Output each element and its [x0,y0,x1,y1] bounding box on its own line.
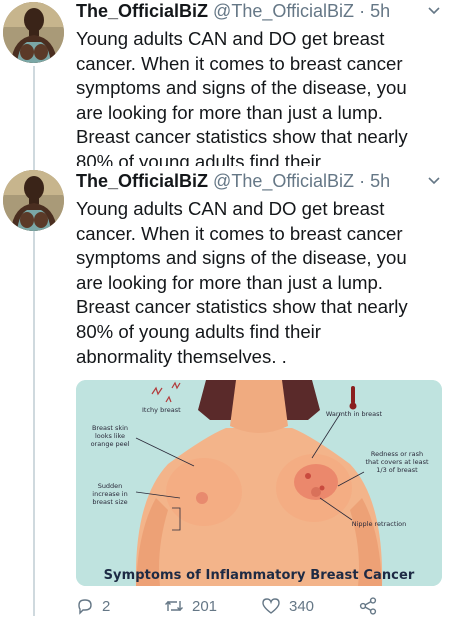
tweet-media-image[interactable]: Itchy breast Breast skin looks like oran… [76,380,442,586]
tweet[interactable]: The_OfficialBiZ @The_OfficialBiZ · 5h Yo… [0,166,449,616]
chevron-down-icon[interactable] [426,3,442,19]
tweet-header: The_OfficialBiZ @The_OfficialBiZ · 5h [76,169,446,195]
retweet-icon [165,601,183,611]
tweet-text-line: 80% of young adults find their [76,320,321,342]
tweet-text-line: cancer. When it comes to breast cancer [76,52,403,74]
tweet-text-line: abnormality themselves. . [76,345,287,367]
retweet-button[interactable]: 201 [164,596,217,616]
tweet-actions: 2 201 340 [76,596,446,618]
media-caption: Symptoms of Inflammatory Breast Cancer [103,568,415,583]
tweet-text-line: Young adults CAN and DO get breast [76,198,385,219]
display-name[interactable]: The_OfficialBiZ [76,1,208,21]
timestamp[interactable]: 5h [370,1,390,21]
reply-icon [78,599,92,615]
tweet-text-line: symptoms and signs of the disease, you [76,77,407,99]
label-orange-peel: Breast skin looks like orange peel [90,424,130,448]
timestamp[interactable]: 5h [370,171,390,191]
label-nipple-retraction: Nipple retraction [351,520,407,528]
label-itchy-breast: Itchy breast [142,406,181,414]
like-button[interactable]: 340 [261,596,314,616]
tweet-text-line: Breast cancer statistics show that nearl… [76,296,408,318]
avatar[interactable] [3,170,64,231]
tweet-text-line: are looking for more than just a lump. [76,271,383,293]
tweet-text-line: Breast cancer statistics show that nearl… [76,126,408,148]
like-icon [262,598,280,614]
tweet-text: Young adults CAN and DO get breast cance… [76,27,444,166]
label-size-increase: Sudden increase in breast size [92,482,128,506]
share-button[interactable] [358,596,386,616]
tweet-text-line: cancer. When it comes to breast cancer [76,222,403,244]
label-redness: Redness or rash that covers at least 1/3… [365,450,429,474]
tweet-text-line: symptoms and signs of the disease, you [76,247,407,269]
tweet-text-line: are looking for more than just a lump. [76,101,383,123]
tweet-header: The_OfficialBiZ @The_OfficialBiZ · 5h [76,0,446,25]
tweet-text-line: 80% of young adults find their [76,150,321,166]
tweet-text: Young adults CAN and DO get breast cance… [76,197,444,369]
separator-dot: · [359,1,366,21]
separator-dot: · [359,171,366,191]
chevron-down-icon[interactable] [426,173,442,189]
tweet-text-line: Young adults CAN and DO get breast [76,28,385,49]
user-handle[interactable]: @The_OfficialBiZ [213,1,354,21]
user-handle[interactable]: @The_OfficialBiZ [213,171,354,191]
tweet[interactable]: The_OfficialBiZ @The_OfficialBiZ · 5h Yo… [0,0,449,166]
avatar[interactable] [3,2,64,63]
like-count: 340 [289,597,315,615]
retweet-count: 201 [192,597,218,615]
reply-count: 2 [102,597,111,615]
label-warmth: Warmth in breast [325,410,383,418]
reply-button[interactable]: 2 [76,596,110,616]
share-icon [359,597,377,615]
display-name[interactable]: The_OfficialBiZ [76,171,208,191]
